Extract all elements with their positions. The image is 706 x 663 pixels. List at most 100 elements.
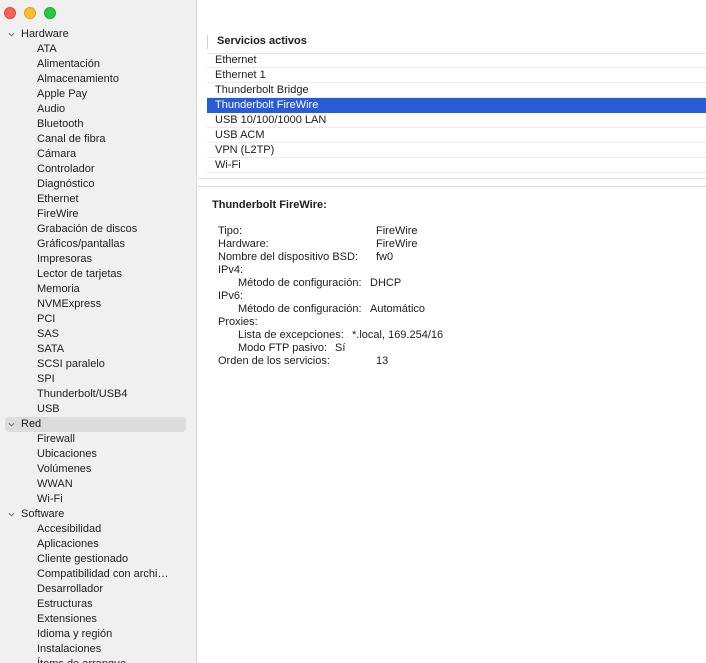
sidebar-group-2[interactable]: Software xyxy=(0,507,196,522)
sidebar-group-0[interactable]: Hardware xyxy=(0,27,196,42)
detail-property: IPv6: xyxy=(212,290,706,303)
sidebar-item[interactable]: Compatibilidad con archi… xyxy=(0,567,196,582)
service-row[interactable]: Ethernet 1 xyxy=(207,68,706,83)
sidebar-item[interactable]: Alimentación xyxy=(0,57,196,72)
detail-property: Orden de los servicios: 13 xyxy=(212,355,706,368)
sidebar-item[interactable]: Ítems de arranque xyxy=(0,657,196,663)
property-value: *.local, 169.254/16 xyxy=(352,329,444,341)
service-row[interactable]: USB 10/100/1000 LAN xyxy=(207,113,706,128)
property-key: Proxies: xyxy=(218,316,258,328)
sidebar-group-1[interactable]: Red xyxy=(0,417,196,432)
property-value: FireWire xyxy=(376,238,418,250)
sidebar-item[interactable]: Memoria xyxy=(0,282,196,297)
detail-property: Lista de excepciones: *.local, 169.254/16 xyxy=(212,329,706,342)
sidebar-item[interactable]: Ubicaciones xyxy=(0,447,196,462)
property-value: Sí xyxy=(335,342,346,354)
sidebar-item[interactable]: Instalaciones xyxy=(0,642,196,657)
chevron-down-icon[interactable] xyxy=(8,31,15,38)
sidebar-item[interactable]: Idioma y región xyxy=(0,627,196,642)
property-value: 13 xyxy=(376,355,389,367)
column-divider[interactable] xyxy=(207,35,208,49)
sidebar-item[interactable]: SPI xyxy=(0,372,196,387)
property-value: DHCP xyxy=(370,277,402,289)
detail-property: Nombre del dispositivo BSD: fw0 xyxy=(212,251,706,264)
service-row[interactable]: Ethernet xyxy=(207,53,706,68)
service-row[interactable]: Thunderbolt FireWire xyxy=(207,98,706,113)
sidebar-item[interactable]: SAS xyxy=(0,327,196,342)
sidebar-item[interactable]: SATA xyxy=(0,342,196,357)
detail-property: Modo FTP pasivo: Sí xyxy=(212,342,706,355)
service-row[interactable]: Wi-Fi xyxy=(207,158,706,173)
pane-divider[interactable] xyxy=(198,186,706,187)
sidebar-item[interactable]: Cliente gestionado xyxy=(0,552,196,567)
sidebar-item[interactable]: WWAN xyxy=(0,477,196,492)
minimize-window-button[interactable] xyxy=(24,7,36,19)
sidebar-item[interactable]: Desarrollador xyxy=(0,582,196,597)
pane-divider-top xyxy=(198,178,706,179)
column-header-services[interactable]: Servicios activos xyxy=(217,35,307,47)
sidebar-item[interactable]: Estructuras xyxy=(0,597,196,612)
zoom-window-button[interactable] xyxy=(44,7,56,19)
sidebar-item[interactable]: Accesibilidad xyxy=(0,522,196,537)
sidebar-item[interactable]: Extensiones xyxy=(0,612,196,627)
sidebar-item[interactable]: Diagnóstico xyxy=(0,177,196,192)
sidebar-item[interactable]: Controlador xyxy=(0,162,196,177)
property-key: Modo FTP pasivo: xyxy=(238,342,328,354)
sidebar-item[interactable]: FireWire xyxy=(0,207,196,222)
sidebar-item[interactable]: Impresoras xyxy=(0,252,196,267)
sidebar: Hardware ATA Alimentación Almacenamiento App… xyxy=(0,0,197,663)
sidebar-item[interactable]: Audio xyxy=(0,102,196,117)
property-key: IPv4: xyxy=(218,264,244,276)
property-value: fw0 xyxy=(376,251,394,263)
sidebar-tree: Hardware ATA Alimentación Almacenamiento App… xyxy=(0,27,196,663)
sidebar-item[interactable]: Gráficos/pantallas xyxy=(0,237,196,252)
detail-title: Thunderbolt FireWire: xyxy=(212,199,327,211)
property-key: Lista de excepciones: xyxy=(238,329,344,341)
sidebar-item[interactable]: Thunderbolt/USB4 xyxy=(0,387,196,402)
property-key: Orden de los servicios: xyxy=(218,355,330,367)
sidebar-item[interactable]: Apple Pay xyxy=(0,87,196,102)
service-row[interactable]: Thunderbolt Bridge xyxy=(207,83,706,98)
window-controls xyxy=(4,7,56,19)
sidebar-item[interactable]: Aplicaciones xyxy=(0,537,196,552)
service-row[interactable]: USB ACM xyxy=(207,128,706,143)
sidebar-item[interactable]: PCI xyxy=(0,312,196,327)
sidebar-item[interactable]: Canal de fibra xyxy=(0,132,196,147)
sidebar-item[interactable]: Almacenamiento xyxy=(0,72,196,87)
detail-property: IPv4: xyxy=(212,264,706,277)
services-list: Ethernet Ethernet 1 Thunderbolt Bridge Thun… xyxy=(207,53,706,173)
property-value: Automático xyxy=(370,303,426,315)
sidebar-item[interactable]: USB xyxy=(0,402,196,417)
chevron-down-icon[interactable] xyxy=(8,421,15,428)
property-key: Método de configuración: xyxy=(238,277,362,289)
detail-properties: Tipo: FireWire Hardware: FireWire Nombre del… xyxy=(212,225,706,368)
sidebar-item[interactable]: NVMExpress xyxy=(0,297,196,312)
property-key: Nombre del dispositivo BSD: xyxy=(218,251,359,263)
sidebar-item[interactable]: Grabación de discos xyxy=(0,222,196,237)
sidebar-item[interactable]: SCSI paralelo xyxy=(0,357,196,372)
property-key: IPv6: xyxy=(218,290,244,302)
sidebar-item[interactable]: Lector de tarjetas xyxy=(0,267,196,282)
service-row[interactable]: VPN (L2TP) xyxy=(207,143,706,158)
sidebar-item[interactable]: Firewall xyxy=(0,432,196,447)
detail-property: Tipo: FireWire xyxy=(212,225,706,238)
services-table-header: Servicios activos xyxy=(207,33,706,54)
close-window-button[interactable] xyxy=(4,7,16,19)
sidebar-item[interactable]: Ethernet xyxy=(0,192,196,207)
property-value: FireWire xyxy=(376,225,418,237)
sidebar-item[interactable]: Cámara xyxy=(0,147,196,162)
sidebar-item[interactable]: Bluetooth xyxy=(0,117,196,132)
sidebar-group-label: Hardware xyxy=(21,28,69,40)
detail-property: Hardware: FireWire xyxy=(212,238,706,251)
detail-property: Método de configuración: Automático xyxy=(212,303,706,316)
property-key: Tipo: xyxy=(218,225,243,237)
sidebar-item[interactable]: Wi-Fi xyxy=(0,492,196,507)
property-key: Método de configuración: xyxy=(238,303,362,315)
sidebar-item[interactable]: ATA xyxy=(0,42,196,57)
detail-property: Método de configuración: DHCP xyxy=(212,277,706,290)
sidebar-group-label: Red xyxy=(21,418,42,430)
chevron-down-icon[interactable] xyxy=(8,511,15,518)
main-panel: Servicios activos Ethernet Ethernet 1 Thun… xyxy=(198,0,706,663)
detail-pane: Thunderbolt FireWire: Tipo: FireWire Hardw… xyxy=(212,198,706,368)
sidebar-item[interactable]: Volúmenes xyxy=(0,462,196,477)
